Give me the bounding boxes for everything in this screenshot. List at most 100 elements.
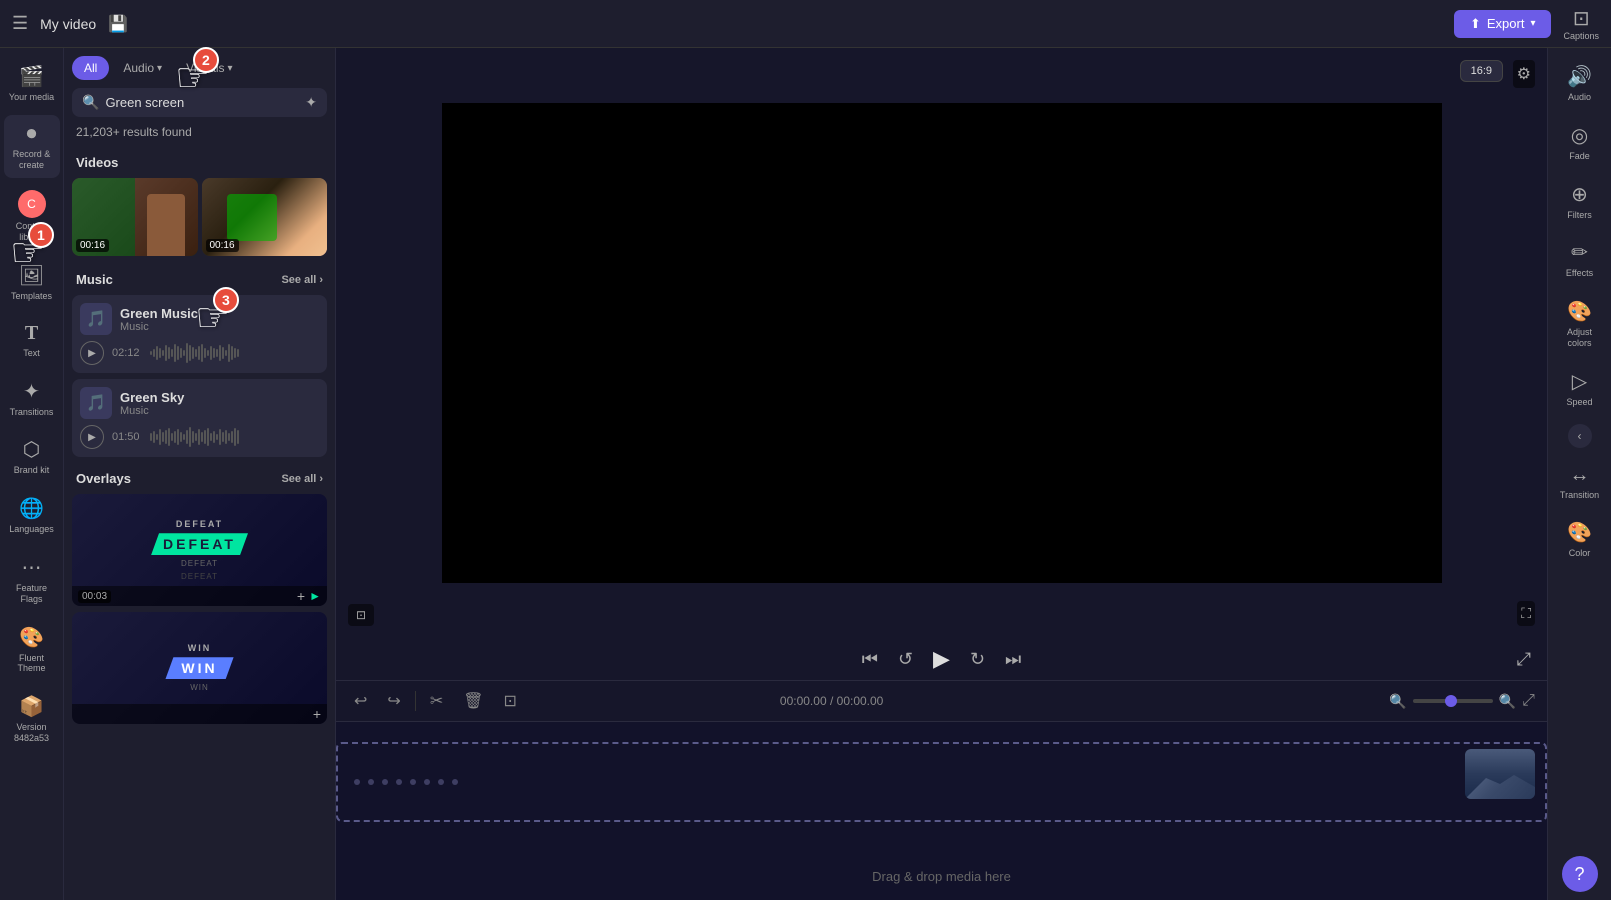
zoom-thumb [1445,695,1457,707]
skip-forward-button[interactable]: ⏭ [1005,649,1021,670]
right-item-transition[interactable]: ↔ Transition [1552,456,1608,509]
right-item-audio[interactable]: 🔊 Audio [1552,56,1608,111]
music-play-btn-1[interactable]: ▶ [80,341,104,365]
music-item-1-header: 🎵 Green Music Music [80,303,319,335]
fade-icon: ◎ [1571,123,1588,148]
zoom-out-button[interactable]: 🔍 [1389,693,1406,710]
redo-button[interactable]: ↪ [381,689,406,713]
right-item-filters[interactable]: ⊕ Filters [1552,174,1608,229]
help-button[interactable]: ? [1562,856,1598,892]
video-thumb-2[interactable]: 00:16 [202,178,328,256]
right-item-speed[interactable]: ▷ Speed [1552,361,1608,416]
menu-icon[interactable]: ☰ [12,13,28,34]
tab-all[interactable]: All [72,56,109,80]
delete-button[interactable]: 🗑 [457,689,489,713]
music-section-header: Music See all › [72,264,327,295]
audio-chevron-icon: ▾ [157,63,162,74]
overlays-label: Overlays [76,471,131,486]
music-label: Music [76,272,113,287]
export-button[interactable]: ⬆ Export ▾ [1454,10,1552,38]
sidebar-collapse-button[interactable]: ‹ [1568,424,1592,448]
content-panel: All Audio ▾ Visuals ▾ 🔍 ✦ 21,203+ result… [64,48,336,900]
sidebar-item-text[interactable]: T Text [4,314,60,367]
fullscreen-button[interactable]: ⛶ [1517,601,1535,626]
music-play-btn-2[interactable]: ▶ [80,425,104,449]
skip-back-button[interactable]: ⏮ [862,649,878,670]
sidebar-item-fluent-theme[interactable]: 🎨 Fluent Theme [4,617,60,683]
audio-right-icon: 🔊 [1567,64,1592,89]
search-bar: 🔍 ✦ [72,88,327,117]
music-item-2-header: 🎵 Green Sky Music [80,387,319,419]
zoom-in-button[interactable]: 🔍 [1499,693,1516,710]
track-clip[interactable] [336,742,1547,822]
save-clip-button[interactable]: ⊡ [498,689,523,713]
music-duration-1: 02:12 [112,347,142,359]
panel-tabs: All Audio ▾ Visuals ▾ [64,48,335,80]
overlay-defeat[interactable]: DEFEAT DEFEAT DEFEAT DEFEAT 00:03 + ► [72,494,327,606]
fluent-theme-icon: 🎨 [19,625,44,650]
music-item-2[interactable]: 🎵 Green Sky Music ▶ 01:50 [72,379,327,457]
sidebar-item-record[interactable]: ⏺ Record & create [4,115,60,179]
overlays-see-all[interactable]: See all › [281,473,323,485]
caption-button[interactable]: ⊡ [348,604,374,626]
video-thumb-1[interactable]: 00:16 [72,178,198,256]
undo-button[interactable]: ↩ [348,689,373,713]
brand-kit-icon: ⬡ [23,437,40,462]
adjust-colors-icon: 🎨 [1567,299,1592,324]
tab-audio[interactable]: Audio ▾ [113,56,172,80]
overlay-add-icon[interactable]: + [297,588,305,604]
sidebar-item-feature-flags[interactable]: ⋯ Feature Flags [4,547,60,613]
sidebar-item-languages[interactable]: 🌐 Languages [4,488,60,543]
ai-sparkle-icon[interactable]: ✦ [305,94,317,111]
fit-button[interactable]: ⤢ [1522,692,1535,710]
overlays-section-header: Overlays See all › [72,463,327,494]
overlay-win[interactable]: WIN WIN WIN + [72,612,327,724]
feature-flags-icon: ⋯ [22,555,42,580]
cut-button[interactable]: ✂ [424,689,449,713]
text-icon: T [25,322,38,345]
right-item-fade[interactable]: ◎ Fade [1552,115,1608,170]
right-item-effects[interactable]: ✏ Effects [1552,232,1608,287]
sidebar-item-version: 📦 Version 8482a53 [4,686,60,752]
sidebar-item-transitions[interactable]: ✦ Transitions [4,371,60,426]
rewind-button[interactable]: ↺ [898,649,913,670]
version-icon: 📦 [19,694,44,719]
search-input[interactable] [105,95,299,110]
music-title-1: Green Music [120,306,319,321]
waveform-2 [150,425,319,449]
sidebar-item-your-media[interactable]: 🎬 Your media [4,56,60,111]
transition-icon: ↔ [1570,464,1590,487]
music-see-all[interactable]: See all › [281,274,323,286]
right-item-adjust-colors[interactable]: 🎨 Adjust colors [1552,291,1608,357]
sidebar-item-templates[interactable]: 🖼 Templates [4,255,60,310]
sidebar-item-brand-kit[interactable]: ⬡ Brand kit [4,429,60,484]
music-info-1: Green Music Music [120,306,319,333]
search-icon: 🔍 [82,94,99,111]
playback-controls: ⏮ ↺ ▶ ↻ ⏭ ⤢ [336,638,1547,680]
play-pause-button[interactable]: ▶ [933,646,950,672]
music-duration-2: 01:50 [112,431,142,443]
captions-button[interactable]: ⊡ Captions [1563,6,1599,41]
zoom-slider[interactable] [1413,699,1493,703]
left-sidebar: 🎬 Your media ⏺ Record & create C Content… [0,48,64,900]
overlay-favorite-icon[interactable]: ► [309,589,321,603]
save-status-icon: 💾 [108,14,128,34]
speed-icon: ▷ [1572,369,1587,394]
expand-button[interactable]: ⤢ [1517,649,1531,670]
sidebar-item-content-library[interactable]: C Content library [4,182,60,251]
transitions-icon: ✦ [23,379,40,404]
music-controls-1: ▶ 02:12 [80,341,319,365]
overlay-win-add-icon[interactable]: + [313,706,321,722]
export-up-icon: ⬆ [1470,16,1481,32]
preview-settings-button[interactable]: ⚙ [1513,60,1535,88]
topbar: ☰ My video 💾 ⬆ Export ▾ ⊡ Captions [0,0,1611,48]
captions-icon: ⊡ [1573,6,1590,31]
right-item-color[interactable]: 🎨 Color [1552,512,1608,567]
music-item-1[interactable]: 🎵 Green Music Music ▶ 02:12 [72,295,327,373]
aspect-ratio-button[interactable]: 16:9 [1460,60,1503,82]
tab-visuals[interactable]: Visuals ▾ [176,56,243,80]
forward-button[interactable]: ↻ [970,649,985,670]
color-right-icon: 🎨 [1567,520,1592,545]
main-layout: 🎬 Your media ⏺ Record & create C Content… [0,48,1611,900]
results-count: 21,203+ results found [64,125,335,147]
